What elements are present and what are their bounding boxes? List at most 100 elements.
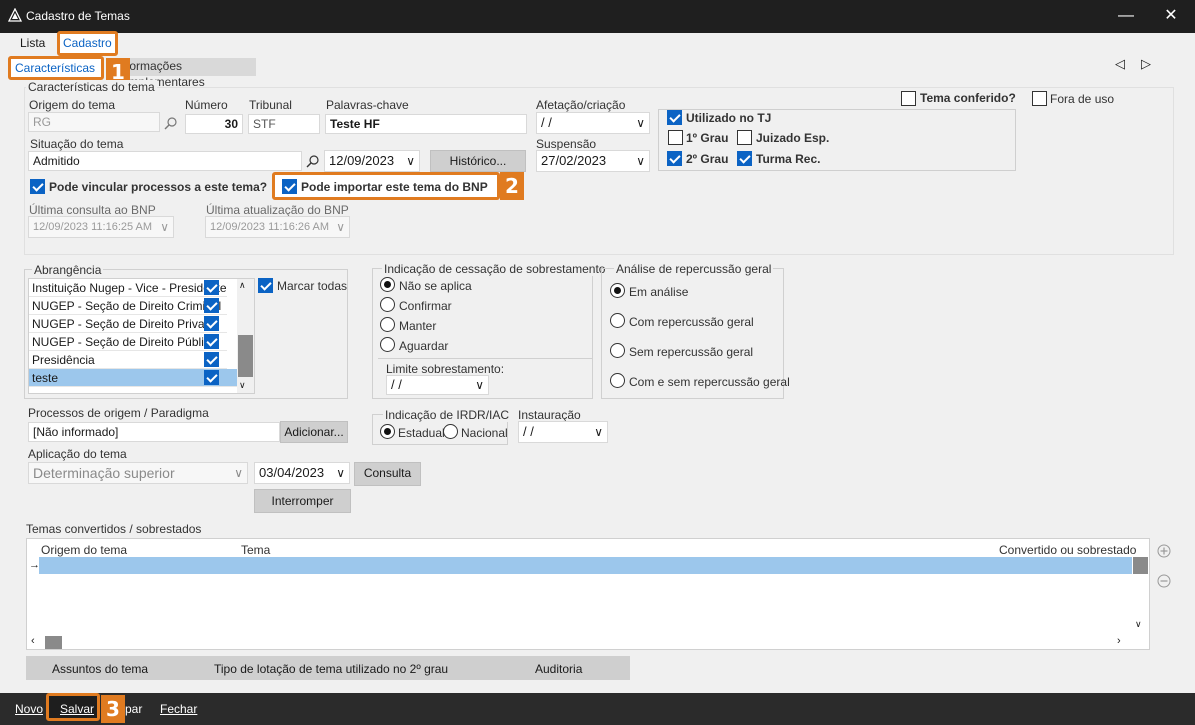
section-title: Características do tema bbox=[26, 80, 157, 94]
abrangencia-item-checkbox[interactable] bbox=[204, 298, 219, 313]
remove-row-icon[interactable] bbox=[1157, 574, 1171, 588]
divider bbox=[378, 358, 592, 359]
fechar-button[interactable]: Fechar bbox=[160, 699, 197, 719]
origem-field[interactable]: RG bbox=[28, 112, 160, 132]
grau2-checkbox[interactable] bbox=[667, 151, 682, 166]
subtab-informacoes-complementares[interactable]: Informações complementares bbox=[112, 58, 256, 89]
limpar-button[interactable]: par bbox=[125, 699, 142, 719]
ultima-atualizacao-field: 12/09/2023 11:16:26 AM ∨ bbox=[205, 216, 350, 238]
suspensao-date-picker[interactable]: 27/02/2023 ∨ bbox=[536, 150, 650, 172]
chevron-down-icon: ∨ bbox=[406, 154, 415, 168]
temas-convertidos-grid[interactable]: Origem do tema Tema Convertido ou sobres… bbox=[26, 538, 1150, 650]
chevron-down-icon: ∨ bbox=[234, 466, 243, 480]
horizontal-scrollbar-thumb[interactable] bbox=[45, 636, 62, 649]
list-item[interactable]: NUGEP - Seção de Direito Público bbox=[29, 333, 227, 351]
grau1-checkbox[interactable] bbox=[668, 130, 683, 145]
grid-column-header[interactable]: Convertido ou sobrestado bbox=[999, 543, 1136, 557]
pode-importar-checkbox[interactable] bbox=[282, 179, 297, 194]
aplicacao-select[interactable]: Determinação superior ∨ bbox=[28, 462, 248, 484]
limite-sobrestamento-date-picker[interactable]: / / ∨ bbox=[386, 375, 489, 395]
afetacao-value: / / bbox=[541, 115, 552, 130]
search-icon[interactable] bbox=[164, 116, 178, 130]
minimize-button[interactable]: — bbox=[1115, 6, 1137, 26]
marcar-todas-checkbox[interactable] bbox=[258, 278, 273, 293]
table-row[interactable] bbox=[39, 557, 1132, 574]
list-item[interactable]: Instituição Nugep - Vice - Presidente bbox=[29, 279, 227, 297]
pode-vincular-checkbox[interactable] bbox=[30, 179, 45, 194]
repercussao-radio-sem[interactable] bbox=[610, 343, 625, 358]
tribunal-label: Tribunal bbox=[249, 98, 292, 112]
numero-field[interactable]: 30 bbox=[185, 114, 243, 134]
palavras-chave-field[interactable]: Teste HF bbox=[325, 114, 527, 134]
abrangencia-list[interactable]: Instituição Nugep - Vice - Presidente NU… bbox=[28, 278, 255, 394]
window-title: Cadastro de Temas bbox=[26, 9, 130, 23]
abrangencia-item-checkbox[interactable] bbox=[204, 352, 219, 367]
tribunal-field[interactable]: STF bbox=[248, 114, 320, 134]
instauracao-date-picker[interactable]: / / ∨ bbox=[518, 421, 608, 443]
grid-column-header[interactable]: Tema bbox=[241, 543, 270, 557]
novo-button[interactable]: Novo bbox=[15, 699, 43, 719]
close-window-button[interactable]: ✕ bbox=[1160, 6, 1182, 26]
chevron-down-icon: ∨ bbox=[594, 425, 603, 439]
aplicacao-date-picker[interactable]: 03/04/2023 ∨ bbox=[254, 462, 350, 484]
assuntos-tab[interactable]: Assuntos do tema bbox=[52, 662, 148, 676]
cessacao-radio-confirmar[interactable] bbox=[380, 297, 395, 312]
tipo-lotacao-tab[interactable]: Tipo de lotação de tema utilizado no 2º … bbox=[214, 662, 448, 676]
chevron-right-icon[interactable]: › bbox=[1117, 635, 1121, 647]
repercussao-radio-com-e-sem[interactable] bbox=[610, 373, 625, 388]
list-item[interactable]: teste bbox=[29, 369, 254, 387]
abrangencia-item-checkbox[interactable] bbox=[204, 334, 219, 349]
scrollbar-thumb[interactable] bbox=[238, 335, 253, 377]
chevron-down-icon[interactable]: ∨ bbox=[239, 380, 246, 391]
turma-checkbox[interactable] bbox=[737, 151, 752, 166]
abrangencia-item-checkbox[interactable] bbox=[204, 316, 219, 331]
abrangencia-scrollbar[interactable]: ∧ ∨ bbox=[237, 279, 254, 393]
abrangencia-item-checkbox[interactable] bbox=[204, 370, 219, 385]
processos-field[interactable]: [Não informado] bbox=[28, 422, 280, 442]
fora-de-uso-label: Fora de uso bbox=[1050, 92, 1115, 106]
list-item[interactable]: Presidência bbox=[29, 351, 227, 369]
cessacao-radio-nao-se-aplica[interactable] bbox=[380, 277, 395, 292]
auditoria-tab[interactable]: Auditoria bbox=[535, 662, 582, 676]
suspensao-value: 27/02/2023 bbox=[541, 153, 607, 168]
add-row-icon[interactable] bbox=[1157, 544, 1171, 558]
consulta-button[interactable]: Consulta bbox=[354, 462, 421, 486]
repercussao-option-label: Com e sem repercussão geral bbox=[629, 375, 790, 389]
situacao-date-picker[interactable]: 12/09/2023 ∨ bbox=[324, 150, 420, 172]
chevron-down-icon[interactable]: ∨ bbox=[1135, 619, 1142, 630]
utilizado-tj-checkbox[interactable] bbox=[667, 110, 682, 125]
cessacao-radio-aguardar[interactable] bbox=[380, 337, 395, 352]
nav-prev-icon[interactable]: ◁ bbox=[1115, 56, 1125, 72]
list-item[interactable]: NUGEP - Seção de Direito Criminal bbox=[29, 297, 227, 315]
ultima-consulta-field: 12/09/2023 11:16:25 AM ∨ bbox=[28, 216, 174, 238]
juizado-checkbox[interactable] bbox=[737, 130, 752, 145]
nav-next-icon[interactable]: ▷ bbox=[1141, 56, 1151, 72]
chevron-up-icon[interactable]: ∧ bbox=[239, 280, 246, 291]
repercussao-radio-em-analise[interactable] bbox=[610, 283, 625, 298]
abrangencia-item-checkbox[interactable] bbox=[204, 280, 219, 295]
ultima-atualizacao-label: Última atualização do BNP bbox=[206, 203, 349, 217]
salvar-button[interactable]: Salvar bbox=[60, 699, 94, 719]
aplicacao-label: Aplicação do tema bbox=[28, 447, 127, 461]
situacao-field[interactable]: Admitido bbox=[28, 151, 302, 171]
grid-column-header[interactable]: Origem do tema bbox=[41, 543, 127, 557]
subtab-caracteristicas[interactable]: Características bbox=[8, 56, 104, 80]
tema-conferido-checkbox[interactable] bbox=[901, 91, 916, 106]
list-item[interactable]: NUGEP - Seção de Direito Privado bbox=[29, 315, 227, 333]
interromper-button[interactable]: Interromper bbox=[254, 489, 351, 513]
fora-de-uso-checkbox[interactable] bbox=[1032, 91, 1047, 106]
repercussao-radio-com[interactable] bbox=[610, 313, 625, 328]
cessacao-radio-manter[interactable] bbox=[380, 317, 395, 332]
irdr-radio-nacional[interactable] bbox=[443, 424, 458, 439]
irdr-radio-estadual[interactable] bbox=[380, 424, 395, 439]
adicionar-button[interactable]: Adicionar... bbox=[280, 421, 348, 443]
afetacao-label: Afetação/criação bbox=[536, 98, 626, 112]
cessacao-option-label: Manter bbox=[399, 319, 437, 333]
historico-button[interactable]: Histórico... bbox=[430, 150, 526, 172]
search-icon[interactable] bbox=[306, 154, 320, 168]
chevron-left-icon[interactable]: ‹ bbox=[31, 635, 35, 647]
vertical-scrollbar-thumb[interactable] bbox=[1133, 557, 1148, 574]
tab-lista[interactable]: Lista bbox=[16, 34, 49, 54]
afetacao-date-picker[interactable]: / / ∨ bbox=[536, 112, 650, 134]
tab-cadastro[interactable]: Cadastro bbox=[57, 31, 118, 56]
